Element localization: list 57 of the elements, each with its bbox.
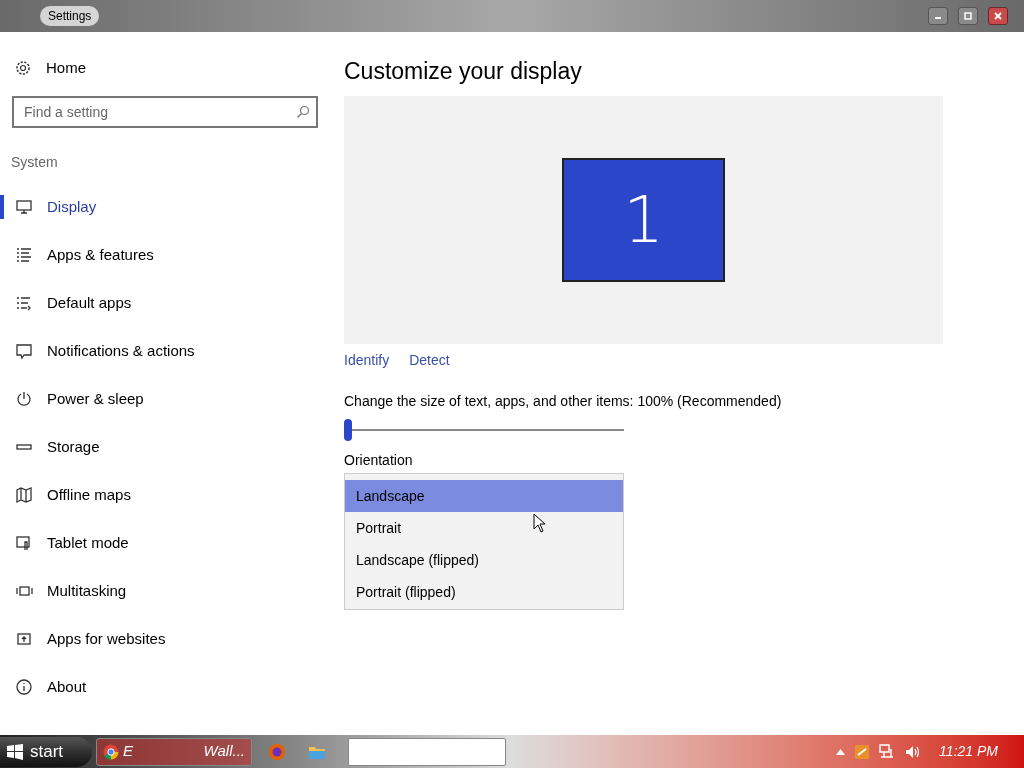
tray-app-icon[interactable] — [855, 744, 870, 759]
taskbar-button[interactable]: E Wall... — [96, 737, 252, 766]
gear-icon — [14, 59, 32, 77]
sidebar-item[interactable]: Tablet mode — [0, 519, 260, 567]
scale-label: Change the size of text, apps, and other items: 100% (Recommended) — [344, 392, 783, 411]
monitor-icon — [15, 198, 33, 216]
dropdown-option[interactable]: Portrait — [345, 512, 623, 544]
start-button[interactable]: start — [0, 736, 92, 767]
taskbar-button[interactable] — [348, 737, 506, 766]
upload-icon — [15, 630, 33, 648]
speech-bubble-icon — [15, 342, 33, 360]
dropdown-option[interactable]: Landscape (flipped) — [345, 544, 623, 576]
sidebar-item[interactable]: Storage — [0, 423, 260, 471]
sidebar-item[interactable]: Apps for websites — [0, 615, 260, 663]
list-icon — [15, 294, 33, 312]
browser-icon — [103, 743, 119, 760]
link[interactable]: Detect — [409, 350, 450, 371]
windows-logo-icon — [6, 743, 24, 760]
sidebar-item[interactable]: Default apps — [0, 279, 260, 327]
dropdown-option[interactable]: Landscape — [345, 480, 623, 512]
close-button[interactable] — [988, 7, 1008, 25]
search-field[interactable]: Find a setting — [12, 96, 318, 128]
page-title: Customize your display — [344, 57, 583, 86]
task-label: E — [123, 741, 133, 762]
network-icon[interactable] — [879, 744, 896, 759]
scale-slider[interactable] — [344, 418, 624, 442]
sidebar-item[interactable]: Notifications & actions — [0, 327, 260, 375]
sidebar-item[interactable]: About — [0, 663, 260, 711]
clock[interactable]: 11:21 PM — [939, 741, 998, 762]
sidebar-item[interactable]: Power & sleep — [0, 375, 260, 423]
dropdown-option[interactable]: Portrait (flipped) — [345, 576, 623, 608]
maximize-button[interactable] — [958, 7, 978, 25]
info-icon — [15, 678, 33, 696]
task-label: Wall... — [203, 741, 245, 762]
tablet-icon — [15, 534, 33, 552]
orientation-label: Orientation — [344, 451, 414, 470]
window-title: Settings — [40, 6, 100, 26]
link[interactable]: Identify — [344, 350, 390, 371]
monitor-tile[interactable]: 1 — [562, 158, 725, 282]
sidebar-item[interactable]: Offline maps — [0, 471, 260, 519]
map-icon — [15, 486, 33, 504]
volume-icon[interactable] — [905, 744, 922, 759]
mouse-pointer-icon — [533, 513, 547, 533]
minimize-button[interactable] — [928, 7, 948, 25]
search-icon — [296, 105, 310, 119]
sidebar-item[interactable]: Display — [0, 183, 260, 231]
slider-thumb[interactable] — [344, 419, 352, 441]
home-item[interactable]: Home — [0, 44, 200, 92]
firefox-icon[interactable] — [268, 742, 286, 761]
list-icon — [15, 246, 33, 264]
maximize-icon — [964, 12, 972, 20]
power-icon — [15, 390, 33, 408]
section-heading: System — [11, 153, 59, 172]
close-icon — [994, 12, 1002, 20]
sidebar-item[interactable]: Multitasking — [0, 567, 260, 615]
sidebar-item[interactable]: Apps & features — [0, 231, 260, 279]
tray-arrow-icon[interactable] — [836, 748, 846, 755]
